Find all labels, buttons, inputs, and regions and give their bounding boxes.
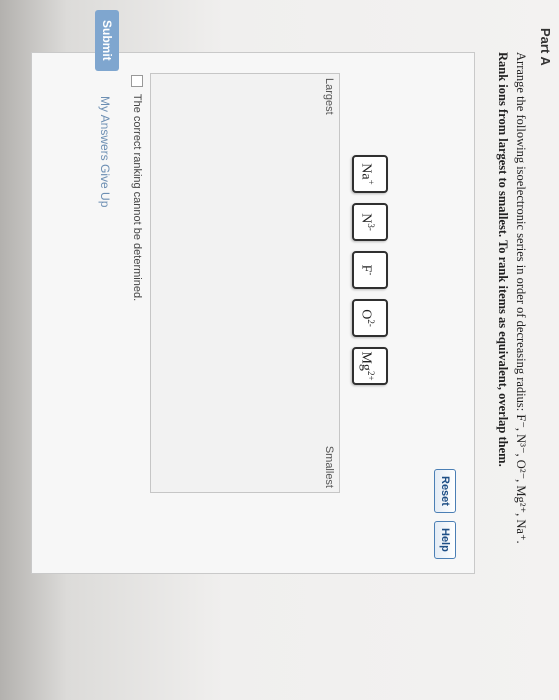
ion-chip-na[interactable]: Na+ [352,155,388,193]
ranking-dropzone[interactable]: Largest Smallest [150,73,340,493]
submit-button[interactable]: Submit [95,10,119,71]
ion-chip-o[interactable]: O2- [352,299,388,337]
help-button[interactable]: Help [434,521,456,559]
answer-links[interactable]: My Answers Give Up [98,96,112,207]
largest-label: Largest [323,78,335,115]
instruction-text: Arrange the following isoelectronic seri… [514,52,528,544]
ion-chip-mg[interactable]: Mg2+ [352,347,388,385]
cannot-determine-option[interactable]: The correct ranking cannot be determined… [130,75,143,302]
photo-background: Part A Arrange the following isoelectron… [0,0,559,700]
part-title: Part A [538,28,553,66]
ion-chip-n[interactable]: N3- [352,203,388,241]
smallest-label: Smallest [323,445,335,488]
instruction-bold: Rank ions from largest to smallest. To r… [496,52,510,467]
ion-chip-f[interactable]: F- [352,251,388,289]
cannot-determine-checkbox[interactable] [130,75,143,87]
question-page: Part A Arrange the following isoelectron… [0,0,559,700]
cannot-determine-label: The correct ranking cannot be determined… [131,93,143,302]
reset-button[interactable]: Reset [434,469,456,513]
